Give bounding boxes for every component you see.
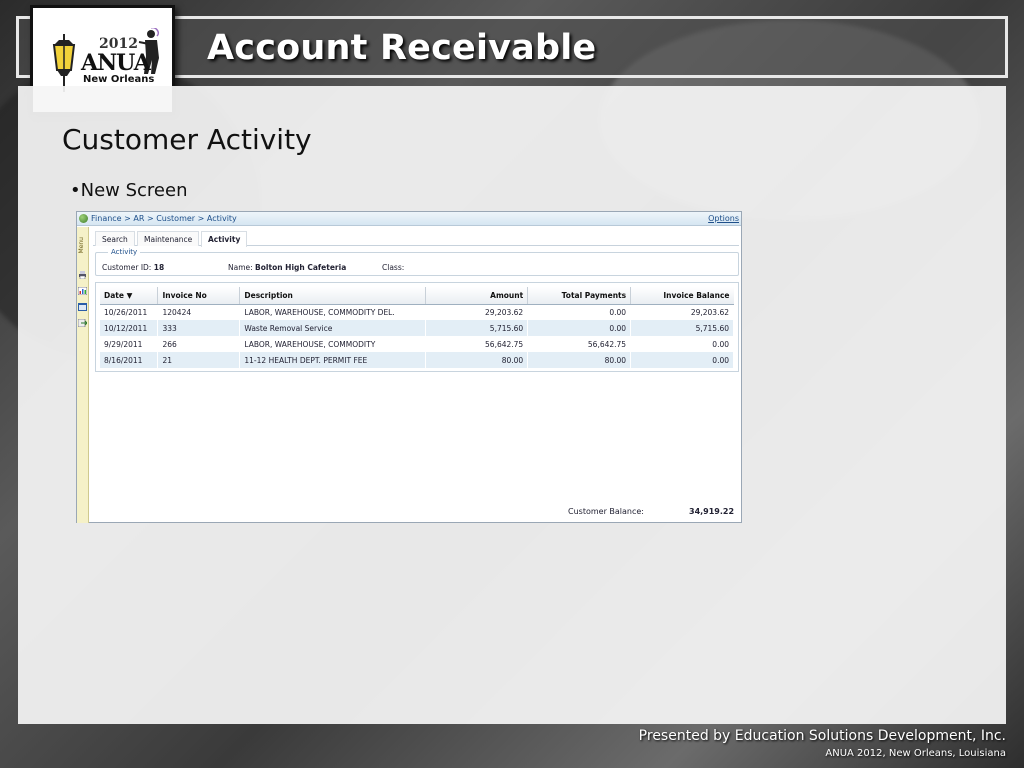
activity-table: Date ▼ Invoice No Description Amount Tot… bbox=[100, 287, 734, 368]
cell-amount: 5,715.60 bbox=[425, 320, 529, 336]
table-row[interactable]: 8/16/2011 21 11-12 HEALTH DEPT. PERMIT F… bbox=[100, 352, 734, 368]
tab-activity[interactable]: Activity bbox=[201, 231, 248, 247]
globe-icon bbox=[79, 214, 88, 223]
cell-total-payments: 0.00 bbox=[527, 304, 632, 320]
bullet-item: •New Screen bbox=[70, 180, 188, 201]
logo-name: ANUA bbox=[81, 50, 151, 76]
cell-invoice-balance: 0.00 bbox=[630, 336, 734, 352]
customer-id-field: Customer ID: 18 bbox=[102, 263, 164, 272]
export-icon[interactable] bbox=[78, 319, 87, 327]
options-link[interactable]: Options bbox=[708, 214, 739, 223]
name-label: Name: bbox=[228, 263, 253, 272]
slide-title: Account Receivable bbox=[207, 28, 597, 68]
cell-description: LABOR, WAREHOUSE, COMMODITY DEL. bbox=[239, 304, 427, 320]
lantern-icon bbox=[52, 34, 76, 92]
column-header-description[interactable]: Description bbox=[239, 287, 427, 305]
activity-group: Activity Customer ID: 18 Name: Bolton Hi… bbox=[95, 248, 739, 276]
name-value: Bolton High Cafeteria bbox=[255, 263, 347, 272]
cell-date: 8/16/2011 bbox=[100, 352, 159, 368]
breadcrumb[interactable]: Finance > AR > Customer > Activity bbox=[91, 214, 237, 223]
cell-total-payments: 56,642.75 bbox=[527, 336, 632, 352]
customer-id-label: Customer ID: bbox=[102, 263, 152, 272]
column-header-amount[interactable]: Amount bbox=[425, 287, 529, 305]
ar-activity-window: Finance > AR > Customer > Activity Optio… bbox=[76, 211, 742, 523]
cell-total-payments: 0.00 bbox=[527, 320, 632, 336]
footer-event: ANUA 2012, New Orleans, Louisiana bbox=[825, 748, 1006, 759]
cell-description: Waste Removal Service bbox=[239, 320, 427, 336]
cell-amount: 56,642.75 bbox=[425, 336, 529, 352]
cell-description: 11-12 HEALTH DEPT. PERMIT FEE bbox=[239, 352, 427, 368]
column-header-total-payments[interactable]: Total Payments bbox=[527, 287, 632, 305]
tab-maintenance[interactable]: Maintenance bbox=[137, 231, 200, 246]
tab-search[interactable]: Search bbox=[95, 231, 135, 246]
cell-invoice-balance: 5,715.60 bbox=[630, 320, 734, 336]
table-row[interactable]: 9/29/2011 266 LABOR, WAREHOUSE, COMMODIT… bbox=[100, 336, 734, 352]
logo-city: New Orleans bbox=[83, 74, 155, 85]
top-bar: Finance > AR > Customer > Activity Optio… bbox=[77, 212, 741, 226]
cell-invoice-no: 120424 bbox=[157, 304, 241, 320]
cell-invoice-balance: 0.00 bbox=[630, 352, 734, 368]
cell-date: 10/26/2011 bbox=[100, 304, 159, 320]
customer-balance-value: 34,919.22 bbox=[689, 507, 735, 516]
menu-label[interactable]: Menu bbox=[78, 237, 85, 253]
chart-icon[interactable] bbox=[78, 287, 87, 295]
section-heading: Customer Activity bbox=[62, 123, 312, 156]
class-label: Class: bbox=[382, 263, 405, 272]
printer-icon[interactable] bbox=[78, 271, 87, 279]
group-legend: Activity bbox=[108, 248, 141, 256]
cell-description: LABOR, WAREHOUSE, COMMODITY bbox=[239, 336, 427, 352]
cell-total-payments: 80.00 bbox=[527, 352, 632, 368]
customer-balance-label: Customer Balance: bbox=[568, 507, 645, 516]
cell-invoice-no: 266 bbox=[157, 336, 241, 352]
cell-invoice-no: 333 bbox=[157, 320, 241, 336]
cell-date: 9/29/2011 bbox=[100, 336, 159, 352]
column-header-invoice-balance[interactable]: Invoice Balance bbox=[630, 287, 734, 305]
cell-amount: 80.00 bbox=[425, 352, 529, 368]
cell-invoice-no: 21 bbox=[157, 352, 241, 368]
cell-date: 10/12/2011 bbox=[100, 320, 159, 336]
customer-id-value: 18 bbox=[153, 263, 165, 272]
name-field: Name: Bolton High Cafeteria bbox=[228, 263, 346, 272]
table-row[interactable]: 10/12/2011 333 Waste Removal Service 5,7… bbox=[100, 320, 734, 336]
table-header-row: Date ▼ Invoice No Description Amount Tot… bbox=[100, 287, 734, 305]
tab-strip: Search Maintenance Activity bbox=[93, 230, 739, 247]
footer-presenter: Presented by Education Solutions Develop… bbox=[638, 728, 1006, 744]
window-icon[interactable] bbox=[78, 303, 87, 311]
column-header-invoice-no[interactable]: Invoice No bbox=[157, 287, 241, 305]
table-row[interactable]: 10/26/2011 120424 LABOR, WAREHOUSE, COMM… bbox=[100, 304, 734, 320]
activity-grid: Date ▼ Invoice No Description Amount Tot… bbox=[95, 282, 739, 372]
cell-amount: 29,203.62 bbox=[425, 304, 529, 320]
cell-invoice-balance: 29,203.62 bbox=[630, 304, 734, 320]
class-field: Class: bbox=[382, 263, 404, 272]
side-menu[interactable]: Menu bbox=[77, 227, 89, 523]
column-header-date[interactable]: Date ▼ bbox=[100, 287, 159, 305]
